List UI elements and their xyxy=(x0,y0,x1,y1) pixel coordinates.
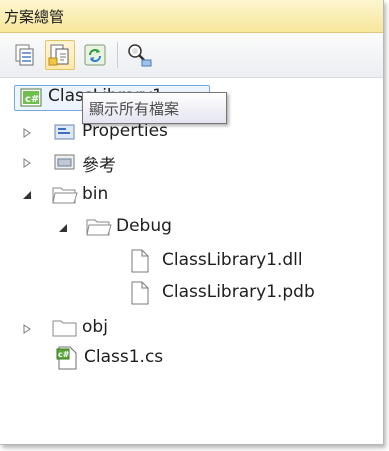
tree-node-debug[interactable]: Debug xyxy=(48,212,248,242)
tree-node-pdb-file[interactable]: ClassLibrary1.pdb xyxy=(130,278,360,308)
tree-node-label: Class1.cs xyxy=(84,347,164,367)
tree-node-label: 參考 xyxy=(82,156,116,176)
solution-explorer-window: 方案總管 c# Properties 參考 bin Debug ClassLib… xyxy=(0,0,384,445)
tree-node-label: Debug xyxy=(116,216,172,236)
tooltip-text: 顯示所有檔案 xyxy=(89,100,180,118)
collapsed-arrow-icon[interactable] xyxy=(22,128,32,138)
view-class-diagram-button[interactable] xyxy=(124,40,154,70)
csharp-project-icon: c# xyxy=(20,88,42,107)
tooltip: 顯示所有檔案 xyxy=(82,92,227,124)
file-icon xyxy=(131,249,149,273)
folder-icon xyxy=(52,320,77,337)
folder-open-icon xyxy=(86,219,112,236)
view-class-diagram-icon xyxy=(128,44,152,67)
properties-folder-icon xyxy=(54,124,75,140)
refresh-button[interactable] xyxy=(80,40,110,70)
toolbar-separator xyxy=(117,42,118,68)
tree-node-label: obj xyxy=(82,317,108,337)
tree-node-bin[interactable]: bin xyxy=(18,180,218,210)
collapsed-arrow-icon[interactable] xyxy=(22,158,32,168)
references-folder-icon xyxy=(54,154,75,170)
tree-node-class1-cs[interactable]: c# Class1.cs xyxy=(18,343,218,373)
tree-node-label: ClassLibrary1.pdb xyxy=(162,282,315,302)
toolbar xyxy=(0,33,383,78)
svg-text:c#: c# xyxy=(58,350,70,359)
show-all-files-icon xyxy=(48,44,69,66)
csharp-file-icon: c# xyxy=(56,346,77,370)
tree-node-dll-file[interactable]: ClassLibrary1.dll xyxy=(130,246,350,276)
refresh-icon xyxy=(84,44,106,66)
file-icon xyxy=(131,281,149,305)
expanded-arrow-icon[interactable] xyxy=(22,190,32,200)
collapsed-arrow-icon[interactable] xyxy=(22,324,32,334)
properties-icon xyxy=(15,44,34,66)
properties-button[interactable] xyxy=(10,40,40,70)
tree-node-label: bin xyxy=(82,184,109,204)
svg-text:c#: c# xyxy=(25,94,39,105)
window-title: 方案總管 xyxy=(4,8,65,26)
tree-node-label: ClassLibrary1.dll xyxy=(162,250,303,270)
tree-node-obj[interactable]: obj xyxy=(18,313,218,343)
expanded-arrow-icon[interactable] xyxy=(58,223,68,233)
tree-node-label: Properties xyxy=(82,121,168,141)
show-all-files-button[interactable] xyxy=(45,40,75,70)
folder-open-icon xyxy=(52,187,78,204)
tree-node-references[interactable]: 參考 xyxy=(18,147,218,177)
title-bar: 方案總管 xyxy=(0,0,383,33)
